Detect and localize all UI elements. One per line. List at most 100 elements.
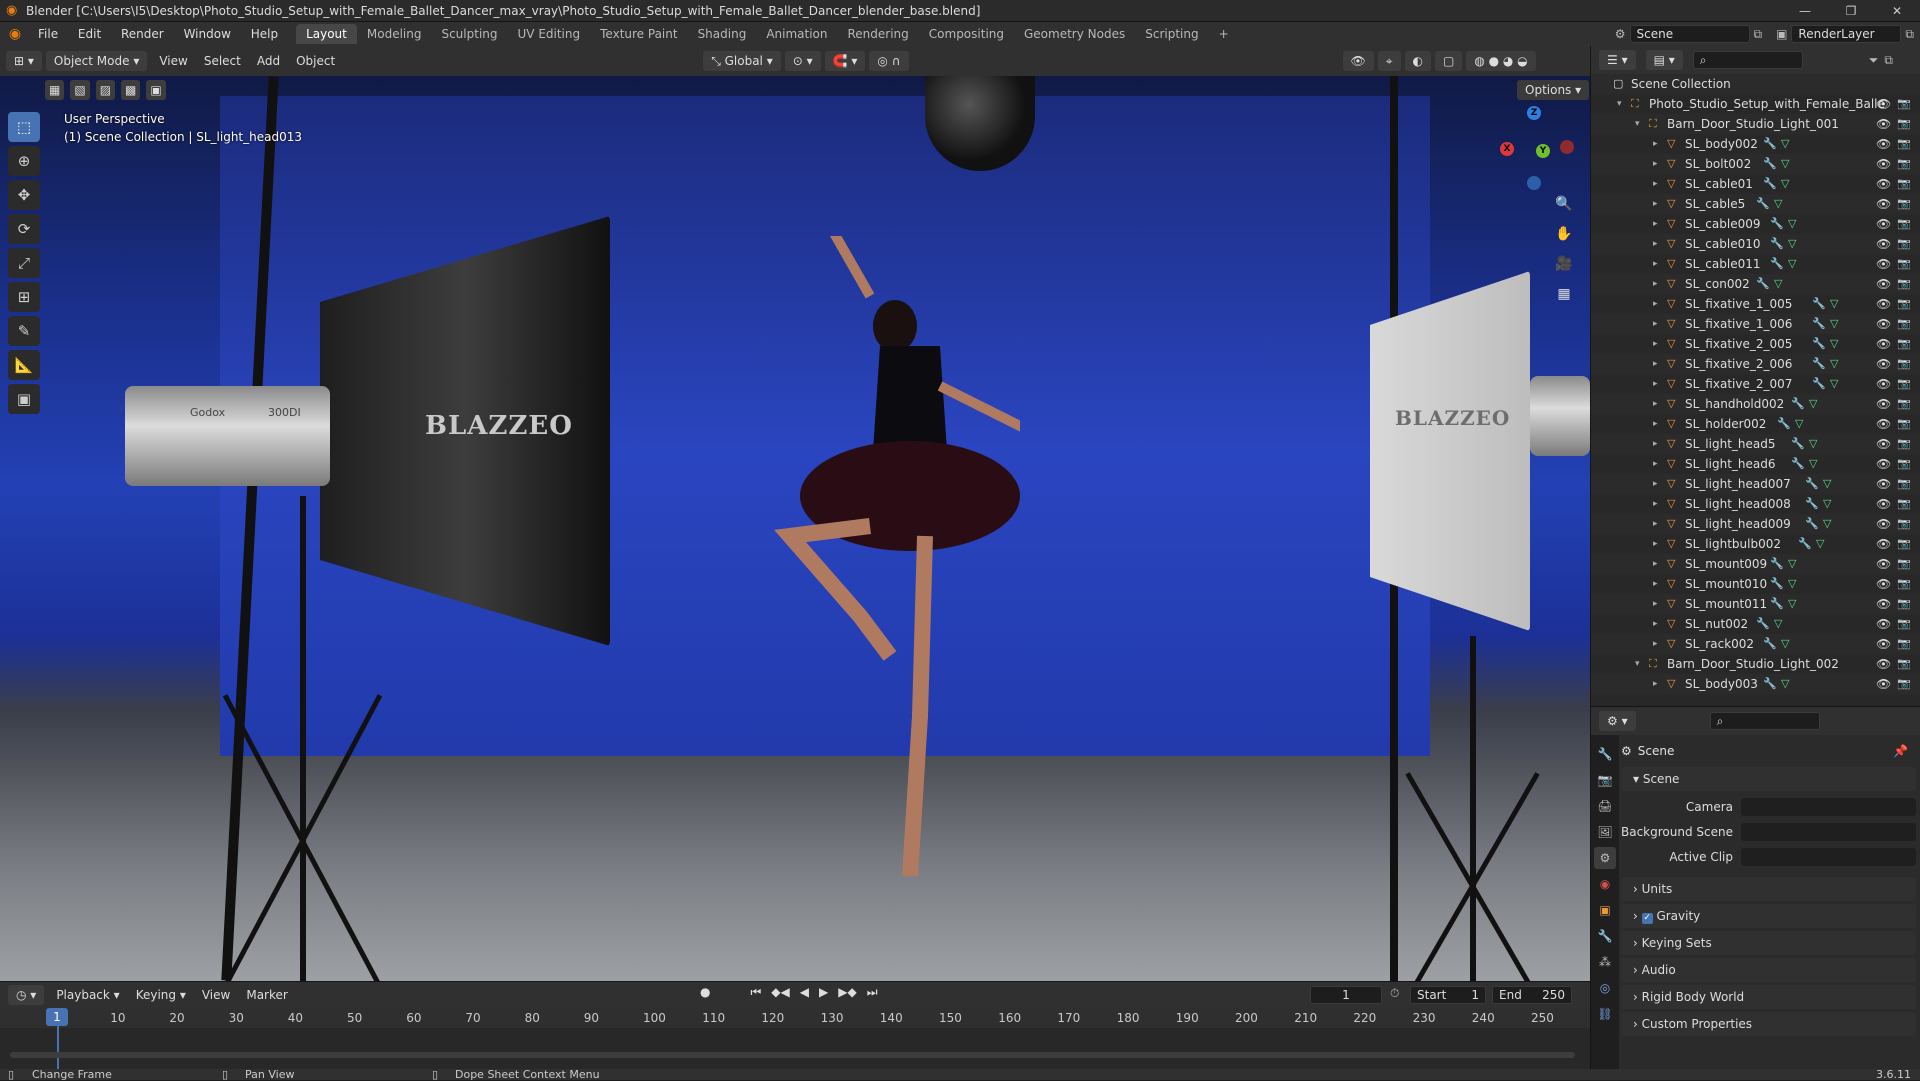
keying-menu[interactable]: Keying ▾ (128, 985, 194, 1005)
visibility-eye-icon[interactable]: 👁 (1876, 354, 1891, 374)
render-camera-icon[interactable]: 📷 (1897, 214, 1911, 234)
expand-arrow-icon[interactable]: ▸ (1653, 534, 1658, 554)
visibility-eye-icon[interactable]: 👁 (1876, 594, 1891, 614)
visibility-eye-icon[interactable]: 👁 (1876, 174, 1891, 194)
shading-mode-icon[interactable]: ◍ ● ◕ ◒ (1466, 51, 1536, 71)
active-clip-field[interactable] (1741, 847, 1916, 866)
modifier-icon[interactable]: 🔧 (1756, 194, 1770, 214)
timeline-editor-type-icon[interactable]: ◷ ▾ (8, 985, 45, 1005)
3d-viewport[interactable]: BLAZZEO Godox 300DI BLAZZEO User Perspec… (0, 76, 1590, 981)
blender-menu-icon[interactable]: ◉ (0, 26, 30, 42)
render-camera-icon[interactable]: 📷 (1897, 94, 1911, 114)
expand-arrow-icon[interactable]: ▸ (1653, 634, 1658, 654)
view-layer-tab-icon[interactable]: 🖼 (1594, 821, 1616, 843)
menu-window[interactable]: Window (176, 22, 239, 46)
outliner-item[interactable]: ▸ ▽ SL_light_head5 🔧 ▽ 👁 📷 (1591, 434, 1920, 454)
tab-sculpting[interactable]: Sculpting (431, 24, 507, 44)
modifier-icon[interactable]: 🔧 (1770, 214, 1784, 234)
scale-tool-icon[interactable]: ⤢ (8, 248, 40, 278)
select-subtract-icon[interactable]: ▨ (95, 80, 116, 100)
visibility-eye-icon[interactable]: 👁 (1876, 454, 1891, 474)
gizmo-x-axis[interactable]: X (1500, 142, 1514, 156)
proportional-edit-icon[interactable]: ◎ ∩ (869, 51, 909, 71)
cursor-tool-icon[interactable]: ⊕ (8, 146, 40, 176)
scene-icon[interactable]: ⚙ (1615, 27, 1626, 41)
tab-shading[interactable]: Shading (688, 24, 757, 44)
visibility-eye-icon[interactable]: 👁 (1876, 114, 1891, 134)
outliner-editor-type-icon[interactable]: ☰ ▾ (1599, 50, 1636, 70)
render-camera-icon[interactable]: 📷 (1897, 474, 1911, 494)
expand-arrow-icon[interactable]: ▸ (1653, 434, 1658, 454)
keying-sets-panel[interactable]: › Keying Sets (1621, 931, 1916, 955)
visibility-eye-icon[interactable]: 👁 (1876, 514, 1891, 534)
add-workspace-button[interactable]: + (1209, 24, 1239, 44)
mesh-data-icon[interactable]: ▽ (1781, 154, 1789, 174)
visibility-eye-icon[interactable]: 👁 (1876, 394, 1891, 414)
background-scene-field[interactable] (1741, 822, 1916, 841)
gizmo-y-axis[interactable]: Y (1536, 144, 1550, 158)
mesh-data-icon[interactable]: ▽ (1823, 514, 1831, 534)
modifier-icon[interactable]: 🔧 (1791, 454, 1805, 474)
expand-arrow-icon[interactable]: ▸ (1653, 134, 1658, 154)
expand-arrow-icon[interactable]: ▸ (1653, 674, 1658, 694)
record-icon[interactable]: ● (700, 985, 710, 1000)
visibility-eye-icon[interactable]: 👁 (1876, 214, 1891, 234)
visibility-eye-icon[interactable]: 👁 (1876, 314, 1891, 334)
expand-arrow-icon[interactable]: ▸ (1653, 454, 1658, 474)
jump-end-icon[interactable]: ⏭ (867, 985, 878, 1000)
render-layer-field[interactable]: RenderLayer (1791, 25, 1902, 43)
mesh-data-icon[interactable]: ▽ (1774, 274, 1782, 294)
mesh-data-icon[interactable]: ▽ (1788, 234, 1796, 254)
rotate-tool-icon[interactable]: ⟳ (8, 214, 40, 244)
modifier-icon[interactable]: 🔧 (1770, 234, 1784, 254)
menu-file[interactable]: File (30, 22, 66, 46)
outliner-item[interactable]: ▸ ▽ SL_nut002 🔧 ▽ 👁 📷 (1591, 614, 1920, 634)
outliner-item[interactable]: ▸ ▽ SL_cable011 🔧 ▽ 👁 📷 (1591, 254, 1920, 274)
new-scene-icon[interactable]: ⧉ (1754, 27, 1763, 42)
menu-help[interactable]: Help (243, 22, 286, 46)
mesh-data-icon[interactable]: ▽ (1781, 134, 1789, 154)
filter-icon[interactable]: ⏷ (1869, 53, 1879, 68)
pivot-icon[interactable]: ⊙ ▾ (784, 51, 821, 71)
modifier-icon[interactable]: 🔧 (1812, 354, 1826, 374)
visibility-eye-icon[interactable]: 👁 (1876, 194, 1891, 214)
tab-texture-paint[interactable]: Texture Paint (590, 24, 687, 44)
mesh-data-icon[interactable]: ▽ (1830, 294, 1838, 314)
expand-arrow-icon[interactable]: ▸ (1653, 334, 1658, 354)
outliner-item[interactable]: ▸ ▽ SL_fixative_2_005 🔧 ▽ 👁 📷 (1591, 334, 1920, 354)
mesh-data-icon[interactable]: ▽ (1795, 414, 1803, 434)
navigation-gizmo[interactable]: Z X Y (1500, 106, 1580, 196)
gizmo-toggle-icon[interactable]: ⌖ (1377, 51, 1401, 71)
menu-render[interactable]: Render (113, 22, 172, 46)
visibility-eye-icon[interactable]: 👁 (1876, 434, 1891, 454)
modifier-icon[interactable]: 🔧 (1791, 434, 1805, 454)
modifier-icon[interactable]: 🔧 (1770, 574, 1784, 594)
mesh-data-icon[interactable]: ▽ (1781, 174, 1789, 194)
timeline-scrollbar[interactable] (10, 1052, 1575, 1058)
render-camera-icon[interactable]: 📷 (1897, 234, 1911, 254)
outliner-item[interactable]: ▸ ▽ SL_light_head009 🔧 ▽ 👁 📷 (1591, 514, 1920, 534)
world-tab-icon[interactable]: ◉ (1594, 873, 1616, 895)
render-camera-icon[interactable]: 📷 (1897, 354, 1911, 374)
outliner-item[interactable]: ▸ ▽ SL_fixative_2_006 🔧 ▽ 👁 📷 (1591, 354, 1920, 374)
physics-tab-icon[interactable]: ◎ (1594, 977, 1616, 999)
render-camera-icon[interactable]: 📷 (1897, 574, 1911, 594)
render-camera-icon[interactable]: 📷 (1897, 554, 1911, 574)
scene-panel-header[interactable]: ▾ Scene (1621, 767, 1916, 791)
tab-uv-editing[interactable]: UV Editing (508, 24, 591, 44)
expand-arrow-icon[interactable]: ▸ (1653, 314, 1658, 334)
pan-hand-icon[interactable]: ✋ (1552, 222, 1576, 246)
modifier-icon[interactable]: 🔧 (1791, 394, 1805, 414)
gizmo-neg-x[interactable] (1560, 140, 1574, 154)
select-intersect-icon[interactable]: ▣ (146, 80, 166, 100)
properties-editor-type-icon[interactable]: ⚙ ▾ (1599, 711, 1636, 731)
expand-arrow-icon[interactable]: ▸ (1653, 614, 1658, 634)
outliner-item[interactable]: ▸ ▽ SL_cable010 🔧 ▽ 👁 📷 (1591, 234, 1920, 254)
particles-tab-icon[interactable]: ⁂ (1594, 951, 1616, 973)
modifier-icon[interactable]: 🔧 (1756, 614, 1770, 634)
add-cube-tool-icon[interactable]: ▣ (8, 384, 40, 414)
new-collection-icon[interactable]: ⧉ (1884, 53, 1893, 68)
visibility-eye-icon[interactable]: 👁 (1876, 94, 1891, 114)
outliner-item[interactable]: ▸ ▽ SL_mount009 🔧 ▽ 👁 📷 (1591, 554, 1920, 574)
expand-arrow-icon[interactable]: ▾ (1635, 114, 1640, 134)
